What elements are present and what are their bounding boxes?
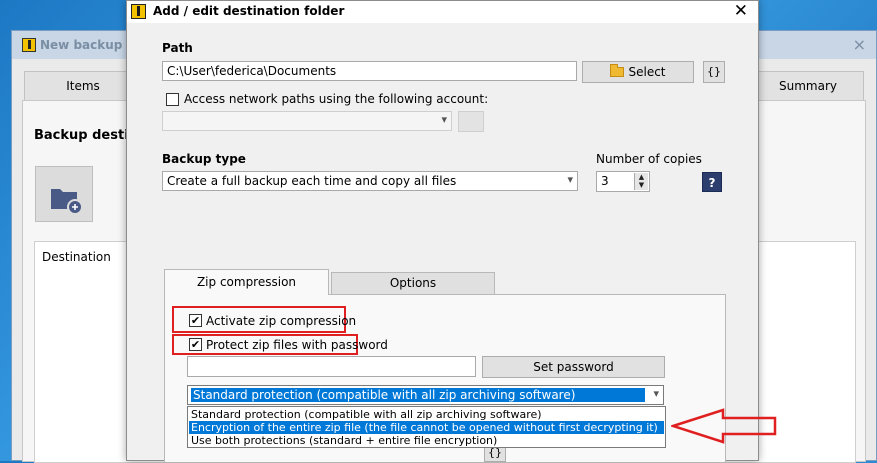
close-icon[interactable]: ✕ xyxy=(734,1,748,21)
dropdown-option[interactable]: Use both protections (standard + entire … xyxy=(189,434,664,447)
network-account-checkbox[interactable] xyxy=(166,93,179,106)
protection-dropdown-list: Standard protection (compatible with all… xyxy=(187,406,666,448)
app-icon xyxy=(22,38,36,52)
destination-folder-dialog: Add / edit destination folder ✕ Path C:\… xyxy=(126,0,759,462)
password-field[interactable] xyxy=(187,356,476,377)
backup-type-value: Create a full backup each time and copy … xyxy=(167,174,457,188)
dropdown-option-highlighted[interactable]: Encryption of the entire zip file (the f… xyxy=(189,421,664,434)
column-header-destination[interactable]: Destination xyxy=(42,250,111,264)
tab-options[interactable]: Options xyxy=(331,272,495,295)
network-account-edit-button[interactable] xyxy=(458,111,484,132)
network-account-select[interactable]: ▾ xyxy=(162,111,452,131)
activate-zip-label[interactable]: Activate zip compression xyxy=(206,314,356,328)
checkmark-icon: ✔ xyxy=(190,314,201,327)
number-of-copies-stepper[interactable]: 3 ▲ ▼ xyxy=(596,171,650,192)
folder-add-icon xyxy=(51,189,83,215)
add-destination-button[interactable] xyxy=(35,166,93,222)
help-icon[interactable]: ? xyxy=(702,172,722,192)
copies-value: 3 xyxy=(601,174,609,188)
chevron-down-icon: ▾ xyxy=(441,113,447,126)
dropdown-option[interactable]: Standard protection (compatible with all… xyxy=(189,408,664,421)
arrow-annotation xyxy=(671,408,777,444)
path-label: Path xyxy=(162,41,193,55)
number-of-copies-label: Number of copies xyxy=(596,152,702,166)
protection-type-value: Standard protection (compatible with all… xyxy=(190,387,646,403)
path-input[interactable]: C:\User\federica\Documents xyxy=(162,61,577,81)
checkmark-icon: ✔ xyxy=(190,338,201,351)
set-password-button[interactable]: Set password xyxy=(482,356,665,378)
app-icon xyxy=(131,4,146,19)
folder-icon xyxy=(610,64,625,77)
dialog-title: Add / edit destination folder xyxy=(153,4,345,18)
select-folder-button[interactable]: Select xyxy=(582,61,694,83)
chevron-down-icon: ▾ xyxy=(653,387,659,400)
protection-type-select[interactable]: Standard protection (compatible with all… xyxy=(187,385,664,405)
chevron-down-icon: ▾ xyxy=(567,173,573,186)
close-icon[interactable]: × xyxy=(853,35,866,54)
tab-zip-compression[interactable]: Zip compression xyxy=(164,269,329,295)
select-button-label: Select xyxy=(628,65,666,79)
path-variables-button[interactable]: {} xyxy=(703,61,725,83)
network-account-label[interactable]: Access network paths using the following… xyxy=(184,92,488,106)
protect-password-checkbox[interactable]: ✔ xyxy=(189,338,202,351)
spin-updown-icon[interactable]: ▲ ▼ xyxy=(634,173,648,190)
protect-password-label[interactable]: Protect zip files with password xyxy=(206,338,388,352)
backup-type-label: Backup type xyxy=(162,152,246,166)
activate-zip-checkbox[interactable]: ✔ xyxy=(189,314,202,327)
tab-items[interactable]: Items xyxy=(24,71,142,101)
tab-summary[interactable]: Summary xyxy=(752,71,864,101)
dialog-titlebar: Add / edit destination folder ✕ xyxy=(127,1,758,23)
backup-type-select[interactable]: Create a full backup each time and copy … xyxy=(162,171,578,191)
